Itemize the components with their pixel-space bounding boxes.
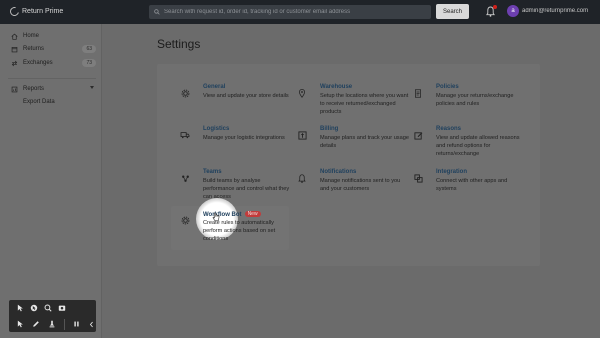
spotlight-tool-icon[interactable] bbox=[29, 303, 39, 313]
gear-icon bbox=[178, 86, 192, 100]
toolbar-divider bbox=[64, 319, 65, 330]
setting-billing[interactable]: Billing Manage plans and track your usag… bbox=[295, 126, 413, 166]
avatar[interactable]: a bbox=[507, 5, 519, 17]
sidebar-item-returns[interactable]: Returns 63 bbox=[10, 44, 96, 54]
reports-icon bbox=[10, 85, 18, 93]
new-badge: New bbox=[244, 211, 261, 217]
sidebar-item-home[interactable]: Home bbox=[10, 31, 96, 41]
setting-description: View and update allowed reasons and refu… bbox=[436, 135, 520, 157]
team-icon bbox=[178, 171, 192, 185]
setting-policies[interactable]: Policies Manage your returns/exchange po… bbox=[411, 84, 529, 124]
app-name: Return Prime bbox=[22, 8, 64, 15]
cursor-tool-icon[interactable] bbox=[15, 319, 25, 329]
sidebar-item-label: Home bbox=[23, 33, 40, 39]
setting-general[interactable]: General View and update your store detai… bbox=[178, 84, 296, 124]
top-bar: Return Prime Search with request id, ord… bbox=[0, 0, 600, 24]
setting-notifications[interactable]: Notifications Manage notifications sent … bbox=[295, 169, 413, 209]
setting-title[interactable]: Reasons bbox=[436, 126, 461, 132]
user-email[interactable]: admin@returnprime.com bbox=[522, 8, 590, 14]
returns-count-badge: 63 bbox=[82, 45, 96, 53]
returns-icon bbox=[10, 45, 18, 53]
setting-workflow-bot[interactable]: Workflow Bot New Create rules to automati… bbox=[178, 211, 296, 251]
setting-title[interactable]: Billing bbox=[320, 126, 338, 132]
truck-icon bbox=[178, 128, 192, 142]
setting-reasons[interactable]: Reasons View and update allowed reasons … bbox=[411, 126, 529, 166]
search-icon bbox=[154, 9, 160, 15]
setting-description: Create rules to automatically perform ac… bbox=[203, 220, 276, 242]
home-icon bbox=[10, 32, 18, 40]
setting-warehouse[interactable]: Warehouse Setup the locations where you … bbox=[295, 84, 413, 124]
setting-title[interactable]: General bbox=[203, 84, 225, 90]
bell-icon bbox=[295, 171, 309, 185]
pause-icon[interactable] bbox=[71, 319, 81, 329]
document-icon bbox=[411, 86, 425, 100]
location-icon bbox=[295, 86, 309, 100]
logo-mark-icon bbox=[8, 5, 21, 18]
pen-tool-icon[interactable] bbox=[31, 319, 41, 329]
sidebar-divider bbox=[8, 78, 96, 79]
integration-icon bbox=[411, 171, 425, 185]
sidebar-item-export-data[interactable]: Export Data bbox=[10, 97, 96, 107]
setting-description: Manage notifications sent to you and you… bbox=[320, 178, 401, 192]
setting-integration[interactable]: Integration Connect with other apps and … bbox=[411, 169, 529, 209]
sidebar-item-label: Exchanges bbox=[23, 60, 53, 66]
exchange-icon bbox=[10, 59, 18, 67]
setting-description: Connect with other apps and systems bbox=[436, 178, 508, 192]
setting-description: Manage plans and track your usage detail… bbox=[320, 135, 409, 149]
page-title: Settings bbox=[157, 37, 201, 51]
search-button[interactable]: Search bbox=[436, 4, 469, 19]
setting-teams[interactable]: Teams Build teams by analyse performance… bbox=[178, 169, 296, 209]
zoom-tool-icon[interactable] bbox=[43, 303, 53, 313]
sidebar-item-label: Export Data bbox=[23, 99, 55, 105]
setting-description: Setup the locations where you want to re… bbox=[320, 93, 409, 115]
hand-cursor-icon bbox=[212, 212, 220, 221]
setting-title[interactable]: Logistics bbox=[203, 126, 229, 132]
highlighter-tool-icon[interactable] bbox=[47, 319, 57, 329]
search-placeholder: Search with request id, order id, tracki… bbox=[164, 9, 351, 15]
setting-logistics[interactable]: Logistics Manage your logistic integrati… bbox=[178, 126, 296, 166]
setting-title[interactable]: Notifications bbox=[320, 169, 356, 175]
pointer-tool-icon[interactable] bbox=[15, 303, 25, 313]
setting-description: Manage your logistic integrations bbox=[203, 135, 285, 141]
setting-title[interactable]: Integration bbox=[436, 169, 467, 175]
notification-dot bbox=[493, 5, 497, 9]
setting-title[interactable]: Warehouse bbox=[320, 84, 352, 90]
search-input[interactable]: Search with request id, order id, tracki… bbox=[149, 5, 431, 19]
collapse-chevron-icon[interactable] bbox=[86, 319, 96, 329]
setting-title-text[interactable]: Workflow Bot bbox=[203, 212, 242, 218]
sidebar-item-exchanges[interactable]: Exchanges 73 bbox=[10, 58, 96, 68]
screenshot-tool-icon[interactable] bbox=[57, 303, 67, 313]
export-icon bbox=[10, 98, 18, 106]
gear-icon bbox=[178, 213, 192, 227]
setting-description: Manage your returns/exchange policies an… bbox=[436, 93, 514, 107]
exchanges-count-badge: 73 bbox=[82, 59, 96, 67]
billing-icon bbox=[295, 128, 309, 142]
setting-title[interactable]: Teams bbox=[203, 169, 222, 175]
setting-description: View and update your store details bbox=[203, 93, 289, 99]
setting-title[interactable]: Policies bbox=[436, 84, 459, 90]
sidebar-item-reports[interactable]: Reports bbox=[10, 84, 96, 94]
edit-icon bbox=[411, 128, 425, 142]
sidebar-item-label: Returns bbox=[23, 46, 45, 52]
chevron-down-icon bbox=[90, 86, 94, 89]
app-logo[interactable]: Return Prime bbox=[8, 5, 64, 18]
sidebar: Home Returns 63 Exchanges 73 Reports Exp… bbox=[0, 24, 102, 338]
sidebar-item-label: Reports bbox=[23, 86, 45, 92]
